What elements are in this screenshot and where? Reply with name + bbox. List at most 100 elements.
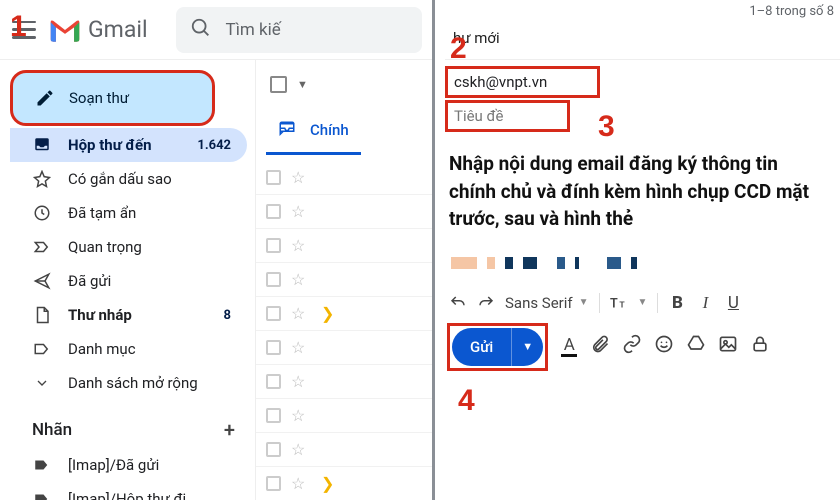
clock-icon <box>32 203 52 223</box>
compose-label: Soạn thư <box>69 89 129 107</box>
sidebar: Soạn thư Hộp thư đến1.642Có gắn dấu saoĐ… <box>0 60 255 500</box>
undo-button[interactable] <box>449 294 467 312</box>
sidebar-item-count: 1.642 <box>197 138 231 153</box>
insert-emoji-icon[interactable] <box>654 334 674 359</box>
insert-link-icon[interactable] <box>622 334 642 359</box>
font-family-label: Sans Serif <box>505 294 573 312</box>
sidebar-item-inbox[interactable]: Hộp thư đến 1.642 <box>10 128 247 162</box>
inbox-icon <box>32 135 52 155</box>
row-checkbox[interactable] <box>266 170 281 185</box>
row-checkbox[interactable] <box>266 204 281 219</box>
compose-panel: 1–8 trong số 8 hư mới cskh@vnpt.vn Tiêu … <box>435 0 840 500</box>
row-checkbox[interactable] <box>266 306 281 321</box>
annotation-step-3: 3 <box>598 110 615 144</box>
mail-row[interactable]: ☆ <box>256 399 432 433</box>
italic-button[interactable]: I <box>696 293 714 313</box>
sidebar-item-draft[interactable]: Thư nháp 8 <box>10 298 247 332</box>
format-toolbar: Sans Serif ▼ TT ▼ B I U <box>445 293 840 313</box>
mail-row[interactable]: ☆❯ <box>256 297 432 331</box>
important-icon <box>32 237 52 257</box>
compose-window-title: hư mới <box>445 23 840 60</box>
bold-button[interactable]: B <box>668 293 686 313</box>
redo-button[interactable] <box>477 294 495 312</box>
sidebar-item-star[interactable]: Có gắn dấu sao <box>10 162 247 196</box>
sidebar-item-label: Quan trọng <box>68 238 231 256</box>
mail-row[interactable]: ☆ <box>256 195 432 229</box>
label-icon <box>32 339 52 359</box>
sidebar-item-clock[interactable]: Đã tạm ẩn <box>10 196 247 230</box>
font-family-select[interactable]: Sans Serif ▼ <box>505 294 589 312</box>
row-checkbox[interactable] <box>266 476 281 491</box>
sidebar-item-chevron-down[interactable]: Danh sách mở rộng <box>10 366 247 400</box>
svg-text:T: T <box>610 296 618 311</box>
to-field[interactable]: cskh@vnpt.vn <box>445 66 600 98</box>
text-color-button[interactable]: A <box>560 337 578 357</box>
mail-row[interactable]: ☆ <box>256 263 432 297</box>
label-item[interactable]: [Imap]/Đã gửi <box>10 448 247 482</box>
sidebar-item-label: Hộp thư đến <box>68 136 181 154</box>
confidential-mode-icon[interactable] <box>750 334 770 359</box>
search-box[interactable]: Tìm kiế <box>176 7 422 53</box>
mail-list-pane: ▼ Chính ☆☆☆☆☆❯☆☆☆☆☆❯☆❯❯☆ <box>255 60 432 500</box>
mail-row[interactable]: ☆ <box>256 161 432 195</box>
annotation-step-4: 4 <box>458 384 475 418</box>
sidebar-item-important[interactable]: Quan trọng <box>10 230 247 264</box>
select-all-dropdown-icon[interactable]: ▼ <box>297 78 308 91</box>
star-icon[interactable]: ☆ <box>291 168 311 187</box>
important-marker-icon: ❯ <box>321 304 334 323</box>
row-checkbox[interactable] <box>266 272 281 287</box>
sent-icon <box>32 271 52 291</box>
sidebar-item-label: Danh mục <box>68 340 231 358</box>
star-icon[interactable]: ☆ <box>291 270 311 289</box>
star-icon[interactable]: ☆ <box>291 474 311 493</box>
star-icon[interactable]: ☆ <box>291 338 311 357</box>
gmail-app-name: Gmail <box>88 16 148 43</box>
select-all-checkbox[interactable] <box>270 76 287 93</box>
send-options-dropdown[interactable]: ▼ <box>511 328 543 366</box>
tab-primary-label: Chính <box>310 121 349 139</box>
sidebar-item-count: 8 <box>224 308 231 323</box>
star-icon[interactable]: ☆ <box>291 406 311 425</box>
row-checkbox[interactable] <box>266 442 281 457</box>
star-icon[interactable]: ☆ <box>291 440 311 459</box>
tag-icon <box>32 489 52 500</box>
row-checkbox[interactable] <box>266 340 281 355</box>
star-icon[interactable]: ☆ <box>291 236 311 255</box>
attach-file-icon[interactable] <box>590 334 610 359</box>
star-icon <box>32 169 52 189</box>
attachment-preview <box>445 253 840 271</box>
pager-text: 1–8 trong số 8 <box>749 4 834 19</box>
tab-primary[interactable]: Chính <box>266 108 361 155</box>
draft-icon <box>32 305 52 325</box>
labels-heading: Nhãn <box>32 420 72 440</box>
mail-row[interactable]: ☆ <box>256 331 432 365</box>
row-checkbox[interactable] <box>266 408 281 423</box>
text-color-label: A <box>564 337 575 354</box>
row-checkbox[interactable] <box>266 374 281 389</box>
mail-row[interactable]: ☆❯ <box>256 467 432 500</box>
annotation-step-1: 1 <box>10 10 27 44</box>
font-size-button[interactable]: TT ▼ <box>610 294 648 312</box>
search-placeholder: Tìm kiế <box>226 20 281 40</box>
mail-row[interactable]: ☆ <box>256 433 432 467</box>
star-icon[interactable]: ☆ <box>291 202 311 221</box>
mail-row[interactable]: ☆ <box>256 229 432 263</box>
send-button[interactable]: Gửi ▼ <box>452 328 543 366</box>
compose-body-text[interactable]: Nhập nội dung email đăng ký thông tin ch… <box>445 150 840 233</box>
sidebar-item-label: Thư nháp <box>68 306 208 324</box>
compose-button[interactable]: Soạn thư <box>10 70 215 126</box>
mail-row[interactable]: ☆ <box>256 365 432 399</box>
insert-photo-icon[interactable] <box>718 334 738 359</box>
insert-drive-icon[interactable] <box>686 334 706 359</box>
row-checkbox[interactable] <box>266 238 281 253</box>
sidebar-item-label: Đã gửi <box>68 272 231 290</box>
sidebar-item-sent[interactable]: Đã gửi <box>10 264 247 298</box>
label-item[interactable]: [Imap]/Hộp thư đi <box>10 482 247 500</box>
subject-field[interactable]: Tiêu đề <box>445 100 570 132</box>
underline-button[interactable]: U <box>724 293 742 313</box>
sidebar-item-label[interactable]: Danh mục <box>10 332 247 366</box>
star-icon[interactable]: ☆ <box>291 372 311 391</box>
star-icon[interactable]: ☆ <box>291 304 311 323</box>
mail-list-toolbar: ▼ <box>256 60 432 108</box>
add-label-icon[interactable]: + <box>224 418 235 442</box>
